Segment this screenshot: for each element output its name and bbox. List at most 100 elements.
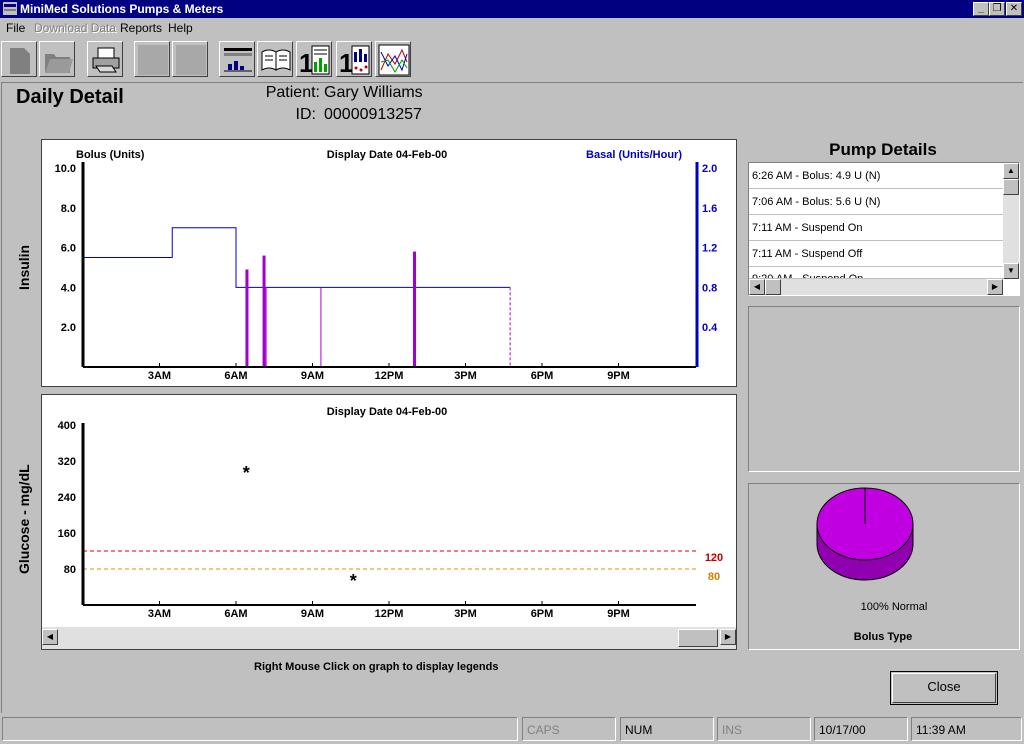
hscroll-thumb[interactable] [765, 279, 781, 295]
svg-text:1: 1 [339, 48, 353, 76]
pump-details-title: Pump Details [829, 140, 937, 159]
detail-panel [748, 306, 1020, 472]
bolus-axis-title: Bolus (Units) [76, 149, 145, 161]
glucose-tick-label: 80 [64, 564, 76, 576]
minimize-button[interactable]: _ [973, 2, 989, 16]
page-title: Daily Detail [16, 86, 124, 108]
glucose-tick-label: 160 [58, 528, 76, 540]
data-table-button[interactable]: 1 [296, 41, 332, 77]
pie-slice-label: 100% Normal [861, 601, 928, 613]
x-tick-label: 3AM [148, 370, 171, 382]
print-button[interactable] [87, 41, 123, 77]
list-item[interactable]: 6:26 AM - Bolus: 4.9 U (N) [749, 163, 1003, 189]
ins-indicator: INS [717, 717, 811, 741]
daily-detail-button[interactable] [219, 41, 255, 77]
scroll-right-button[interactable]: ▶ [987, 279, 1003, 295]
pump-list-hscroll[interactable]: ◀ ▶ [749, 279, 1003, 295]
glucose-plot: Display Date 04-Feb-00 400 320 240 160 80 3A… [58, 406, 724, 620]
bolus-tick-label: 2.0 [61, 322, 76, 334]
blank-button-2[interactable] [172, 41, 208, 77]
scroll-down-button[interactable]: ▼ [1003, 263, 1019, 279]
scroll-thumb[interactable] [678, 629, 718, 647]
caps-indicator: CAPS [522, 717, 616, 741]
x-tick-label: 6AM [224, 608, 247, 620]
x-tick-label: 6PM [531, 370, 554, 382]
pump-details-list[interactable]: 6:26 AM - Bolus: 4.9 U (N) 7:06 AM - Bol… [748, 162, 1020, 296]
list-item[interactable]: 7:11 AM - Suspend Off [749, 241, 1003, 267]
scroll-up-button[interactable]: ▲ [1003, 163, 1019, 179]
new-icon [10, 48, 30, 74]
daily-detail-icon [224, 48, 252, 72]
logbook-icon [261, 49, 291, 71]
blank-icon [176, 45, 206, 75]
app-icon [3, 2, 17, 15]
high-threshold-label: 120 [705, 552, 723, 564]
bolus-tick-label: 4.0 [61, 282, 76, 294]
x-tick-label: 9AM [301, 370, 324, 382]
menu-bar: File Download Data Reports Help [0, 19, 1024, 37]
glucose-tick-label: 240 [58, 492, 76, 504]
trend-button[interactable] [375, 41, 411, 77]
status-time: 11:39 AM [911, 717, 1022, 741]
blank-icon [138, 45, 168, 75]
x-tick-label: 9PM [607, 370, 630, 382]
glucose-point: * [243, 463, 250, 483]
bolus-tick-label: 8.0 [61, 203, 76, 215]
glucose-tick-label: 400 [58, 420, 76, 432]
menu-help[interactable]: Help [168, 21, 193, 35]
close-window-button[interactable]: ✕ [1006, 2, 1022, 16]
toolbar: 1 1 [0, 39, 1024, 81]
open-button[interactable] [39, 41, 75, 77]
data-table-icon: 1 [299, 45, 330, 76]
insulin-axis-label: Insulin [16, 244, 32, 290]
pump-list-vscroll[interactable]: ▲ ▼ [1003, 163, 1019, 279]
print-icon [92, 47, 120, 73]
new-button[interactable] [1, 41, 37, 77]
insulin-display-date: Display Date 04-Feb-00 [327, 149, 447, 161]
low-threshold-label: 80 [708, 571, 720, 583]
glucose-scrollbar[interactable]: ◀ ▶ [42, 627, 736, 649]
vscroll-thumb[interactable] [1003, 179, 1019, 195]
glucose-axis-label: Glucose - mg/dL [16, 464, 32, 574]
list-item[interactable]: 7:11 AM - Suspend On [749, 215, 1003, 241]
scroll-right-button[interactable]: ▶ [720, 629, 736, 645]
basal-tick-label: 0.8 [702, 282, 717, 294]
basal-tick-label: 2.0 [702, 163, 717, 175]
glucose-graph[interactable]: Display Date 04-Feb-00 400 320 240 160 80 3A… [41, 394, 737, 650]
basal-tick-label: 1.6 [702, 203, 717, 215]
list-item[interactable]: 9:20 AM - Suspend On [749, 267, 1003, 279]
bolus-type-caption: Bolus Type [854, 631, 912, 643]
patient-id: 00000913257 [324, 106, 422, 123]
x-tick-label: 12PM [375, 370, 404, 382]
x-tick-label: 3AM [148, 608, 171, 620]
scroll-left-button[interactable]: ◀ [42, 629, 58, 645]
list-item[interactable]: 7:06 AM - Bolus: 5.6 U (N) [749, 189, 1003, 215]
basal-axis-title: Basal (Units/Hour) [586, 149, 682, 161]
bolus-type-pie: 100% Normal Bolus Type [816, 487, 928, 643]
x-tick-label: 12PM [375, 608, 404, 620]
legend-hint: Right Mouse Click on graph to display le… [254, 661, 499, 673]
menu-download-data[interactable]: Download Data [34, 21, 116, 35]
glucose-point: * [350, 571, 357, 591]
close-button-label: Close [927, 679, 961, 694]
menu-reports[interactable]: Reports [120, 21, 162, 35]
svg-text:1: 1 [299, 48, 313, 76]
menu-file[interactable]: File [6, 21, 25, 35]
chart-button[interactable]: 1 [336, 41, 372, 77]
restore-button[interactable]: ❐ [989, 2, 1005, 16]
close-button[interactable]: Close [890, 671, 998, 705]
status-bar: CAPS NUM INS 10/17/00 11:39 AM [0, 714, 1024, 744]
scroll-left-button[interactable]: ◀ [749, 279, 765, 295]
blank-button-1[interactable] [134, 41, 170, 77]
bolus-type-panel: 100% Normal Bolus Type [748, 483, 1020, 650]
insulin-graph[interactable]: Bolus (Units) Display Date 04-Feb-00 Bas… [41, 139, 737, 387]
bolus-bar [413, 251, 416, 367]
status-date: 10/17/00 [814, 717, 908, 741]
bolus-bar [262, 255, 266, 367]
open-icon [45, 54, 73, 73]
patient-label: Patient: [265, 84, 320, 101]
id-label: ID: [295, 106, 316, 123]
title-bar: MiniMed Solutions Pumps & Meters _ ❐ ✕ [0, 0, 1024, 18]
logbook-button[interactable] [257, 41, 293, 77]
basal-tick-label: 0.4 [702, 322, 718, 334]
